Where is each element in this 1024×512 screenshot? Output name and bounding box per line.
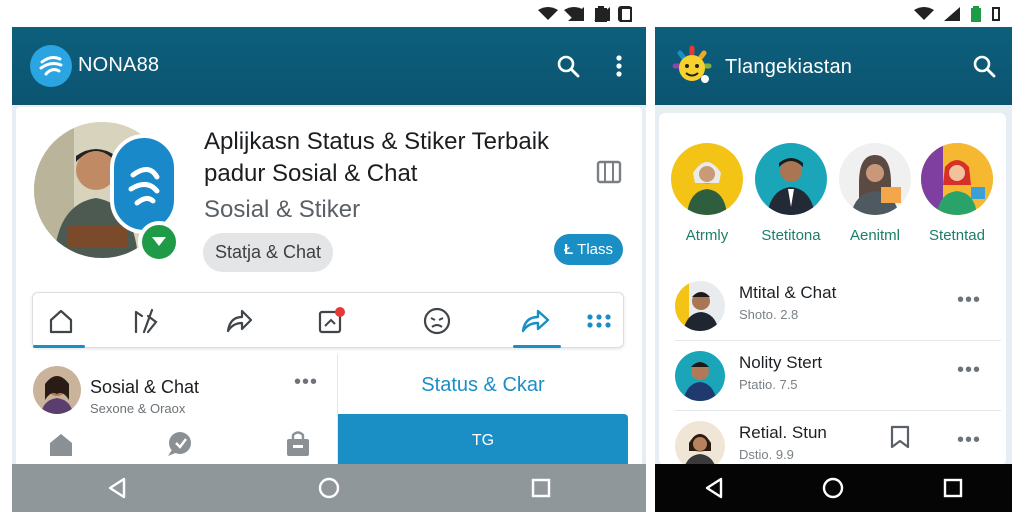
list-item-avatar (33, 366, 81, 414)
story-avatar (671, 143, 743, 215)
recents-icon[interactable] (943, 478, 963, 498)
pill-glyph: Ł (564, 241, 574, 258)
search-icon[interactable] (553, 51, 583, 81)
subheadline: Sosial & Stiker (204, 196, 361, 223)
chat-row[interactable]: Nolity Stert Ptatio. 7.5 ••• (675, 341, 1001, 411)
more-horiz-icon[interactable]: ••• (957, 359, 981, 382)
status-bar-right (655, 0, 1012, 27)
pill-label: Tlass (577, 241, 614, 258)
chat-name: Retial. Stun (739, 423, 827, 442)
bag-icon[interactable] (284, 430, 312, 463)
back-icon[interactable] (704, 477, 724, 499)
home-circle-icon[interactable] (318, 477, 340, 499)
home-icon[interactable] (48, 432, 74, 461)
chat-subtitle: Shoto. 2.8 (739, 307, 799, 322)
brand-badge-icon (110, 134, 178, 234)
story-label: Atrmly (685, 227, 729, 244)
emoji-icon[interactable] (417, 301, 457, 341)
home-circle-icon[interactable] (822, 477, 844, 499)
battery-icon (971, 5, 981, 22)
list-item-sub: Sexone & Oraox (90, 401, 186, 416)
chat-subtitle: Dstio. 9.9 (739, 447, 794, 462)
status-chat-chip[interactable]: Statja & Chat (203, 233, 334, 272)
list-item-name: Sosial & Chat (90, 377, 200, 397)
story-item[interactable]: Aenitml (837, 143, 913, 244)
system-nav-bar-left (12, 464, 646, 512)
signal-icon (944, 6, 960, 21)
action-pill-button[interactable]: Ł Tlass (554, 234, 624, 265)
app-logo-icon[interactable] (30, 45, 72, 87)
app-title: NONA88 (78, 54, 160, 76)
forward-icon[interactable] (515, 301, 555, 341)
more-horiz-icon[interactable]: ••• (294, 371, 318, 394)
story-avatar (921, 143, 993, 215)
verified-badge-icon (138, 221, 180, 263)
wifi-icon (538, 6, 558, 20)
sim-icon (992, 6, 1000, 21)
tab-underline-home (33, 345, 85, 348)
status-panel: Status & Ckar TG (337, 354, 628, 467)
chat-avatar (675, 281, 725, 331)
status-panel-button[interactable]: TG (338, 414, 628, 467)
chat-icon[interactable] (164, 430, 194, 463)
share-icon[interactable] (219, 301, 259, 341)
profile-card: Aplijkasn Status & Stiker Terbaik padur … (16, 107, 642, 467)
home-icon[interactable] (41, 301, 81, 341)
more-vert-icon[interactable] (604, 51, 634, 81)
bookmark-icon[interactable] (889, 425, 911, 454)
tools-icon[interactable] (125, 301, 165, 341)
chat-name: Mtital & Chat (739, 283, 837, 302)
app-title: Tlangekiastan (725, 56, 853, 78)
story-label: Aenitml (849, 227, 901, 244)
chat-avatar (675, 351, 725, 401)
right-phone-screen: Tlangekiastan Atrmly Stetitona Aenitml S… (655, 27, 1012, 512)
system-nav-bar-right (655, 464, 1012, 512)
wifi-icon (564, 6, 584, 20)
chat-row[interactable]: Mtital & Chat Shoto. 2.8 ••• (675, 271, 1001, 341)
headline-line-1: Aplijkasn Status & Stiker Terbaik (204, 128, 550, 155)
right-app-bar: Tlangekiastan (655, 27, 1012, 105)
recents-icon[interactable] (531, 478, 551, 498)
headline-line-2: padur Sosial & Chat (204, 160, 418, 187)
left-app-bar: NONA88 (12, 27, 646, 105)
bookmark-icon[interactable] (596, 159, 622, 190)
status-panel-title: Status & Ckar (421, 374, 545, 396)
story-item[interactable]: Stetitona (753, 143, 829, 244)
headline: Aplijkasn Status & Stiker Terbaik padur … (204, 126, 604, 190)
list-item[interactable]: Sosial & Chat Sexone & Oraox ••• (16, 362, 337, 467)
grid-icon[interactable] (579, 301, 619, 341)
story-item[interactable]: Stetntad (919, 143, 995, 244)
sun-mascot-icon[interactable] (671, 45, 713, 87)
notification-icon[interactable] (311, 301, 351, 341)
wifi-icon (914, 6, 934, 20)
status-bar-left (12, 0, 646, 27)
left-phone-screen: NONA88 Aplijkasn Status & Stiker Terbaik… (12, 27, 646, 512)
story-avatar (839, 143, 911, 215)
back-icon[interactable] (107, 477, 127, 499)
chat-card: Atrmly Stetitona Aenitml Stetntad Mtital… (659, 113, 1006, 471)
more-horiz-icon[interactable]: ••• (957, 289, 981, 312)
story-label: Stetitona (761, 227, 821, 244)
action-tab-row (32, 292, 624, 348)
signal-icon (594, 6, 610, 21)
story-label: Stetntad (929, 227, 985, 244)
story-item[interactable]: Atrmly (669, 143, 745, 244)
search-icon[interactable] (969, 51, 999, 81)
story-avatar (755, 143, 827, 215)
status-bar-center (560, 0, 650, 27)
tab-underline-forward (513, 345, 561, 348)
chat-name: Nolity Stert (739, 353, 823, 372)
more-horiz-icon[interactable]: ••• (957, 429, 981, 452)
chat-subtitle: Ptatio. 7.5 (739, 377, 798, 392)
battery-icon (620, 6, 632, 22)
